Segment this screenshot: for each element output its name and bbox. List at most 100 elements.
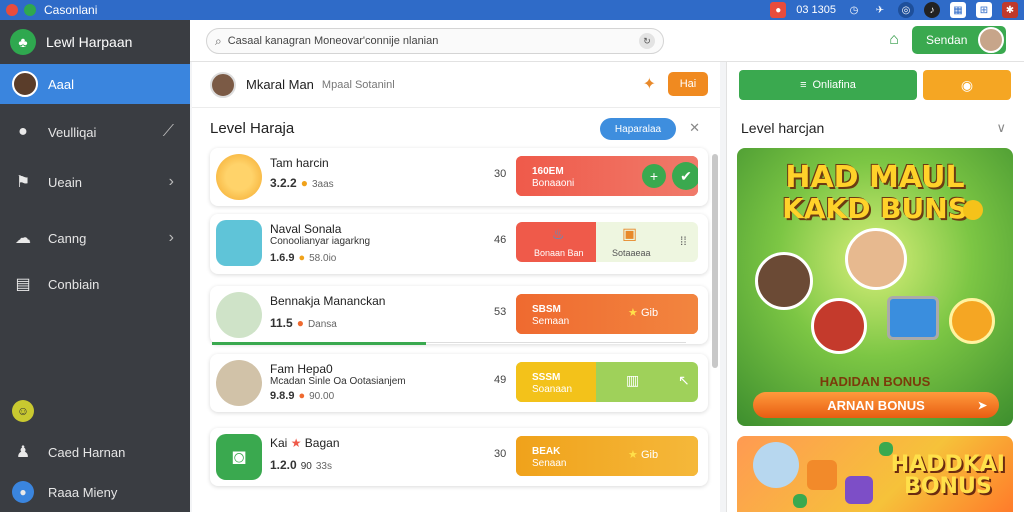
bug-icon[interactable]: ✱ bbox=[1002, 2, 1018, 18]
close-icon[interactable]: ✕ bbox=[689, 120, 700, 136]
user-icon: ♟ bbox=[15, 444, 31, 461]
row-subtitle: Conoolianyar iagarkng bbox=[270, 236, 371, 247]
sidebar-item-2[interactable]: ● Veulliqai ⟋ bbox=[0, 112, 190, 152]
gift-icon: ▣ bbox=[622, 226, 638, 243]
globe-icon: ● bbox=[12, 481, 34, 503]
progress-divider bbox=[212, 342, 426, 345]
logo-icon: ♣ bbox=[10, 29, 36, 55]
avatar bbox=[216, 360, 262, 406]
list-item[interactable]: Tam harcin 3.2.2 ● 3aas 30 160EM Bonaaoni … bbox=[210, 148, 708, 206]
row-name: Naval Sonala bbox=[270, 222, 342, 236]
notification-icon[interactable]: ● bbox=[770, 2, 787, 18]
promo-banner-2[interactable]: HADDKAI BONUS bbox=[737, 436, 1013, 512]
progress-mid-label: ★ Gib bbox=[628, 449, 659, 461]
sidebar-item-account[interactable]: ♟ Caed Harnan bbox=[0, 432, 190, 472]
list-item[interactable]: Naval Sonala Conoolianyar iagarkng 1.6.9… bbox=[210, 214, 708, 274]
sidebar-item-language[interactable]: ● Raaa Mieny bbox=[0, 472, 190, 512]
profile-button[interactable]: Hai bbox=[668, 72, 708, 96]
right-panel: ≡ Onliafina ◉ Level harcjan ∨ HAD MAUL K… bbox=[726, 62, 1024, 512]
row-count: 46 bbox=[494, 234, 507, 246]
star-icon: ★ bbox=[628, 449, 638, 461]
calendar-icon[interactable]: ▦ bbox=[950, 2, 966, 18]
sidebar-header[interactable]: ♣ Lewl Harpaan bbox=[0, 20, 190, 64]
progress-bar: SSSM Soanaan ▥ ↖ bbox=[516, 362, 698, 402]
promo-cta-button[interactable]: ARNAN BONUS ➤ bbox=[753, 392, 999, 418]
laptop-icon bbox=[887, 296, 939, 340]
promo-banner[interactable]: HAD MAUL KAKD BUNS HADIDAN BONUS ARNAN B… bbox=[737, 148, 1013, 426]
progress-mid-label: Sotaaeaa bbox=[612, 248, 651, 258]
maximize-dot-icon[interactable] bbox=[24, 4, 36, 16]
music-icon[interactable]: ♪ bbox=[924, 2, 940, 18]
scrollbar[interactable] bbox=[712, 154, 718, 368]
row-stat: 1.2.0 90 33s bbox=[270, 458, 332, 472]
chevron-right-icon: › bbox=[168, 229, 174, 246]
confirm-icon[interactable]: ✔ bbox=[672, 162, 698, 190]
send-label: Sendan bbox=[926, 33, 968, 47]
progress-sublabel: Bonaan Ban bbox=[534, 248, 584, 258]
coin-button[interactable]: ◉ bbox=[923, 70, 1011, 100]
row-count: 53 bbox=[494, 306, 507, 318]
sidebar-item-label: Canng bbox=[48, 230, 87, 246]
browser-icon[interactable]: ◎ bbox=[898, 2, 914, 18]
sidebar-item-5[interactable]: ▤ Conbiain bbox=[0, 264, 190, 304]
progress-label: BEAK bbox=[532, 446, 561, 457]
list-item[interactable]: ◙ Kai ★ Bagan 1.2.0 90 33s 30 BEAK Senaan … bbox=[210, 428, 708, 486]
add-button[interactable]: + bbox=[642, 164, 666, 188]
gift-icon[interactable]: ✦ bbox=[643, 74, 656, 94]
medal-icon bbox=[949, 298, 995, 344]
coin-icon: ● bbox=[296, 316, 304, 330]
sidebar-item-3[interactable]: ⚑ Ueain › bbox=[0, 162, 190, 202]
grip-icon[interactable]: ⁞⁞ bbox=[680, 234, 687, 248]
avatar bbox=[216, 154, 262, 200]
clock-icon[interactable]: ◷ bbox=[846, 2, 862, 18]
promo-title: HAD MAUL bbox=[785, 160, 965, 195]
character-avatar bbox=[755, 252, 813, 310]
sidebar-item-label: Raaa Mieny bbox=[48, 484, 118, 500]
clock: 03 1305 bbox=[796, 4, 836, 16]
row-stat: 3.2.2 ● 3aas bbox=[270, 176, 334, 190]
coin-icon bbox=[963, 200, 983, 220]
progress-bar: Bonaan Ban Sotaaeaa ♨ ▣ ⁞⁞ bbox=[516, 222, 698, 262]
refresh-icon[interactable]: ↻ bbox=[639, 33, 655, 49]
row-name: Kai ★ Bagan bbox=[270, 436, 340, 450]
arrow-icon[interactable]: ↖ bbox=[678, 372, 690, 389]
coin-icon: ● bbox=[298, 390, 306, 402]
row-subtitle: Mcadan Sinle Oa Ootasianjem bbox=[270, 376, 406, 387]
apple-icon: ● bbox=[18, 123, 28, 140]
list-item[interactable]: Fam Hepa0 Mcadan Sinle Oa Ootasianjem 9.… bbox=[210, 354, 708, 412]
row-name: Tam harcin bbox=[270, 156, 329, 170]
row-count: 30 bbox=[494, 168, 507, 180]
chevron-down-icon[interactable]: ∨ bbox=[996, 120, 1006, 136]
avatar[interactable] bbox=[210, 71, 236, 98]
cup-icon: ♨ bbox=[552, 226, 565, 242]
list-header: Level Haraja Haparalaa ✕ bbox=[192, 108, 720, 148]
progress-bar: 160EM Bonaaoni + ✔ bbox=[516, 156, 698, 196]
profile-header: Mkaral Man Mpaal Sotaninl ✦ Hai bbox=[192, 62, 720, 108]
list-item[interactable]: Bennakja Mananckan 11.5 ● Dansa 53 SBSM Se… bbox=[210, 286, 708, 344]
close-dot-icon[interactable] bbox=[6, 4, 18, 16]
menu-icon: ≡ bbox=[800, 79, 807, 91]
sidebar-item-4[interactable]: ☁ Canng › bbox=[0, 218, 190, 258]
coin-icon: ● bbox=[300, 176, 308, 190]
avatar bbox=[978, 27, 1004, 53]
online-button[interactable]: ≡ Onliafina bbox=[739, 70, 917, 100]
search-icon: ⌕ bbox=[215, 33, 222, 48]
list-action-button[interactable]: Haparalaa bbox=[600, 118, 676, 140]
row-name: Bennakja Mananckan bbox=[270, 294, 386, 308]
promo-subtitle: HADIDAN BONUS bbox=[819, 374, 931, 389]
document-icon: ▤ bbox=[15, 276, 31, 293]
sidebar-item-home[interactable]: Aaal bbox=[0, 64, 190, 104]
plane-icon[interactable]: ✈ bbox=[872, 2, 888, 18]
promo-cta-label: ARNAN BONUS bbox=[827, 397, 925, 413]
grid-icon[interactable]: ⊞ bbox=[976, 2, 992, 18]
sidebar-bottom: ☺ ♟ Caed Harnan ● Raaa Mieny bbox=[0, 400, 190, 512]
row-name: Fam Hepa0 bbox=[270, 362, 333, 376]
smiley-icon[interactable]: ☺ bbox=[12, 400, 34, 422]
home-icon[interactable]: ⌂ bbox=[884, 30, 904, 50]
profile-name: Mkaral Man bbox=[246, 77, 314, 92]
send-button[interactable]: Sendan bbox=[912, 26, 1006, 54]
progress-mid-label: ★ Gib bbox=[628, 307, 659, 319]
window-title: Casonlani bbox=[44, 3, 98, 17]
search-input[interactable]: ⌕ Casaal kanagran Moneovar'connije nlani… bbox=[206, 28, 664, 54]
sidebar: ♣ Lewl Harpaan Aaal ● Veulliqai ⟋ ⚑ Ueai… bbox=[0, 20, 190, 512]
